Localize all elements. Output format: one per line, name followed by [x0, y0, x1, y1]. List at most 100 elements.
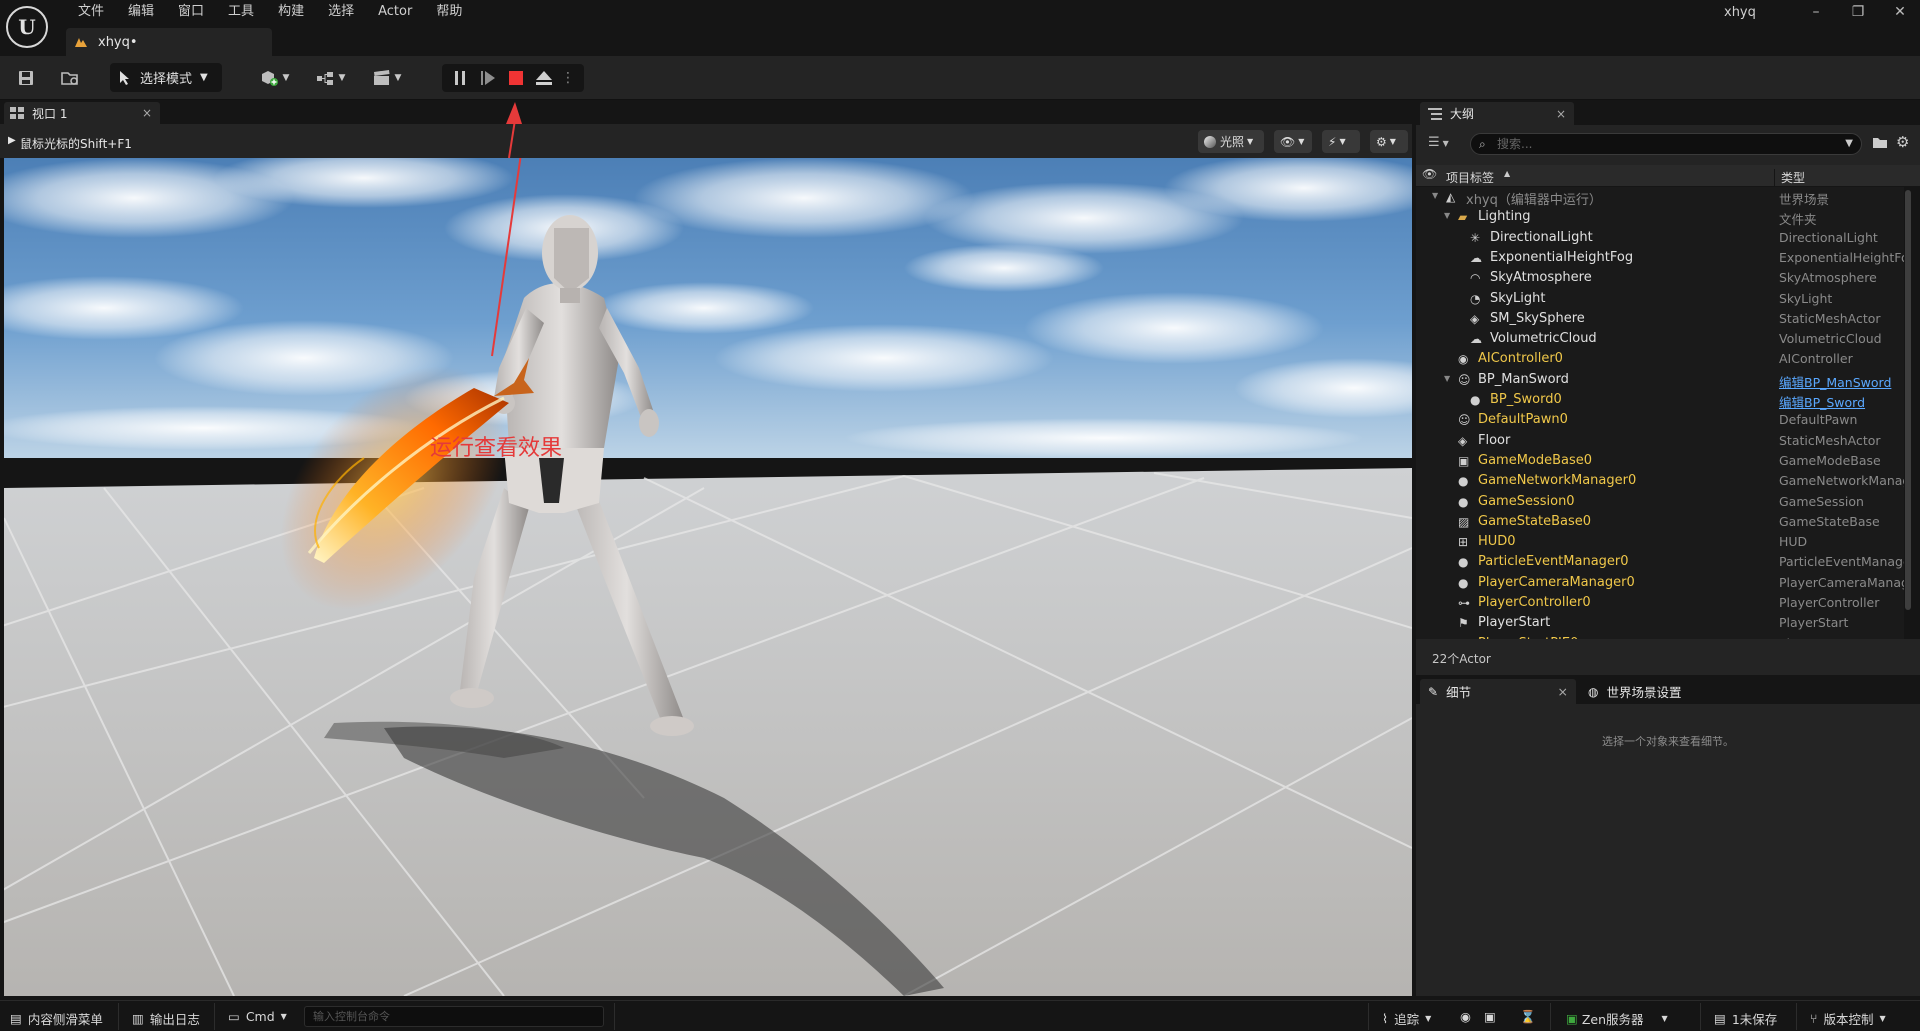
record-button[interactable]: ◉ [1460, 1009, 1471, 1024]
menu-edit[interactable]: 编辑 [116, 2, 166, 22]
add-folder-button[interactable] [1872, 135, 1888, 152]
outliner-row-type: PlayerController [1779, 595, 1880, 610]
outliner-row[interactable]: ⊶ PlayerController0 PlayerController [1416, 593, 1904, 613]
outliner-tab[interactable]: 大纲 × [1420, 102, 1574, 125]
expand-arrow-icon[interactable]: ▼ [1444, 211, 1450, 220]
outliner-row[interactable]: ● PlayerCameraManager0 PlayerCameraManager [1416, 573, 1904, 593]
chevron-down-icon: ▼ [1247, 137, 1254, 146]
source-control-dropdown[interactable]: ⑂ 版本控制 ▼ [1810, 1009, 1886, 1028]
menu-actor[interactable]: Actor [366, 2, 424, 22]
selection-mode-label: 选择模式 [140, 72, 193, 87]
outliner-row[interactable]: ✳ DirectionalLight DirectionalLight [1416, 228, 1904, 248]
output-log-label: 输出日志 [149, 1012, 200, 1027]
menu-file[interactable]: 文件 [66, 2, 116, 22]
details-tab-label: 细节 [1446, 685, 1472, 700]
unsaved-button[interactable]: ▤ 1未保存 [1714, 1009, 1777, 1028]
eject-button[interactable] [530, 64, 558, 92]
outliner-row-name: ExponentialHeightFog [1490, 249, 1634, 265]
outliner-row[interactable]: ● ParticleEventManager0 ParticleEventManag… [1416, 552, 1904, 572]
filter-button[interactable]: ☰ ▼ [1428, 135, 1449, 150]
outliner-row-type[interactable]: 编辑BP_Sword [1779, 392, 1904, 411]
outliner-row[interactable]: ▣ GameModeBase0 GameModeBase [1416, 451, 1904, 471]
menu-help[interactable]: 帮助 [424, 2, 474, 22]
step-frame-button[interactable] [474, 64, 502, 92]
outliner-row[interactable]: ☁ VolumetricCloud VolumetricCloud [1416, 329, 1904, 349]
cinematics-button[interactable]: ▼ [366, 64, 406, 92]
outliner-row[interactable]: ◈ Floor StaticMeshActor [1416, 431, 1904, 451]
screenshot-button[interactable]: ▣ [1484, 1009, 1496, 1024]
blueprint-button[interactable]: ▼ [310, 64, 350, 92]
outliner-row[interactable]: ▼ ☺ BP_ManSword 编辑BP_ManSword [1416, 370, 1904, 390]
outliner-row[interactable]: ⊞ HUD0 HUD [1416, 532, 1904, 552]
expand-arrow-icon[interactable]: ▼ [1444, 374, 1450, 383]
outliner-row-name: AIController0 [1478, 351, 1563, 367]
stop-button[interactable] [502, 64, 530, 92]
menu-tools[interactable]: 工具 [216, 2, 266, 22]
close-icon[interactable]: × [142, 106, 152, 120]
play-options-button[interactable]: ⋮ [558, 64, 578, 92]
outliner-scrollbar[interactable] [1905, 190, 1911, 610]
outliner-row[interactable]: ◔ SkyLight SkyLight [1416, 289, 1904, 309]
level-viewport[interactable]: 运行查看效果 [4, 158, 1412, 996]
add-actor-button[interactable]: ▼ [254, 64, 294, 92]
pause-button[interactable] [446, 64, 474, 92]
outliner-row[interactable]: ▼ ◭ xhyq（编辑器中运行） 世界场景 [1416, 187, 1904, 208]
column-label[interactable]: 项目标签 [1446, 169, 1494, 186]
outliner-row[interactable]: ◠ SkyAtmosphere SkyAtmosphere [1416, 268, 1904, 288]
performance-button[interactable]: ⚡ ▼ [1322, 130, 1360, 153]
menu-build[interactable]: 构建 [266, 2, 316, 22]
restore-button[interactable]: ❐ [1838, 0, 1878, 24]
cmd-dropdown[interactable]: ▭ Cmd ▼ [228, 1009, 287, 1024]
pawn-icon: ☺ [1458, 413, 1471, 428]
outliner-search-input[interactable]: ⌕ 搜索... ▼ [1470, 133, 1862, 155]
content-browser-button[interactable] [56, 64, 84, 92]
lighting-mode-button[interactable]: 光照 ▼ [1198, 130, 1264, 153]
outliner-row[interactable]: ● GameSession0 GameSession [1416, 492, 1904, 512]
outliner-row[interactable]: ▼ ▰ Lighting 文件夹 [1416, 207, 1904, 227]
outliner-row[interactable]: ☺ DefaultPawn0 DefaultPawn [1416, 410, 1904, 430]
selection-mode-dropdown[interactable]: 选择模式 ▼ [110, 63, 222, 92]
browse-folder-icon [61, 72, 78, 85]
outliner-row[interactable]: ◈ SM_SkySphere StaticMeshActor [1416, 309, 1904, 329]
viewport-settings-button[interactable]: ⚙ ▼ [1370, 130, 1408, 153]
play-controls: ⋮ [442, 64, 584, 92]
outliner-settings-button[interactable]: ⚙ [1896, 133, 1909, 151]
actor-icon: ● [1470, 393, 1481, 407]
close-icon[interactable]: × [1556, 107, 1566, 121]
branch-icon: ⑂ [1810, 1011, 1818, 1026]
eye-icon[interactable]: 👁 [1422, 167, 1437, 181]
outliner-footer: 22个Actor [1416, 639, 1920, 675]
viewport-tab[interactable]: 视口 1 × [4, 102, 160, 124]
column-type[interactable]: 类型 [1774, 169, 1805, 186]
zen-server-dropdown[interactable]: ▣ Zen服务器 ▼ [1566, 1009, 1668, 1028]
details-tab[interactable]: ✎ 细节 × [1420, 679, 1576, 704]
trace-dropdown[interactable]: ⌇ 追踪 ▼ [1382, 1009, 1431, 1028]
outliner-row[interactable]: ◉ AIController0 AIController [1416, 349, 1904, 369]
world-settings-tab[interactable]: ◍ 世界场景设置 [1580, 679, 1740, 704]
actor-icon: ● [1458, 555, 1469, 570]
close-button[interactable]: ✕ [1880, 0, 1920, 24]
flag-icon: ⚑ [1458, 616, 1469, 631]
output-log-button[interactable]: ▥ 输出日志 [132, 1009, 200, 1028]
outliner-row-type: SkyLight [1779, 290, 1833, 306]
outliner-row-type[interactable]: 编辑BP_ManSword [1779, 372, 1904, 391]
console-input[interactable]: 输入控制台命令 [304, 1006, 604, 1027]
content-drawer-button[interactable]: ▤ 内容侧滑菜单 [10, 1009, 103, 1028]
outliner-row[interactable]: ● GameNetworkManager0 GameNetworkManager [1416, 471, 1904, 491]
show-flags-button[interactable]: 👁 ▼ [1274, 130, 1312, 153]
outliner-row-type: ParticleEventManager [1779, 554, 1904, 570]
timer-button[interactable]: ⌛ [1520, 1009, 1536, 1025]
outliner-row[interactable]: ▨ GameStateBase0 GameStateBase [1416, 512, 1904, 532]
level-document-tab[interactable]: xhyq• [66, 28, 272, 56]
unreal-logo-icon[interactable]: U [6, 6, 48, 48]
close-icon[interactable]: × [1558, 684, 1568, 699]
expand-arrow-icon[interactable]: ▼ [1432, 191, 1438, 200]
outliner-row-name: SkyAtmosphere [1490, 270, 1592, 286]
outliner-row[interactable]: ☁ ExponentialHeightFog ExponentialHeightFo… [1416, 248, 1904, 268]
menu-window[interactable]: 窗口 [166, 2, 216, 22]
outliner-row[interactable]: ⚑ PlayerStart PlayerStart [1416, 613, 1904, 633]
minimize-button[interactable]: – [1796, 0, 1836, 24]
menu-select[interactable]: 选择 [316, 2, 366, 22]
outliner-row[interactable]: ● BP_Sword0 编辑BP_Sword [1416, 390, 1904, 410]
save-button[interactable] [12, 64, 40, 92]
